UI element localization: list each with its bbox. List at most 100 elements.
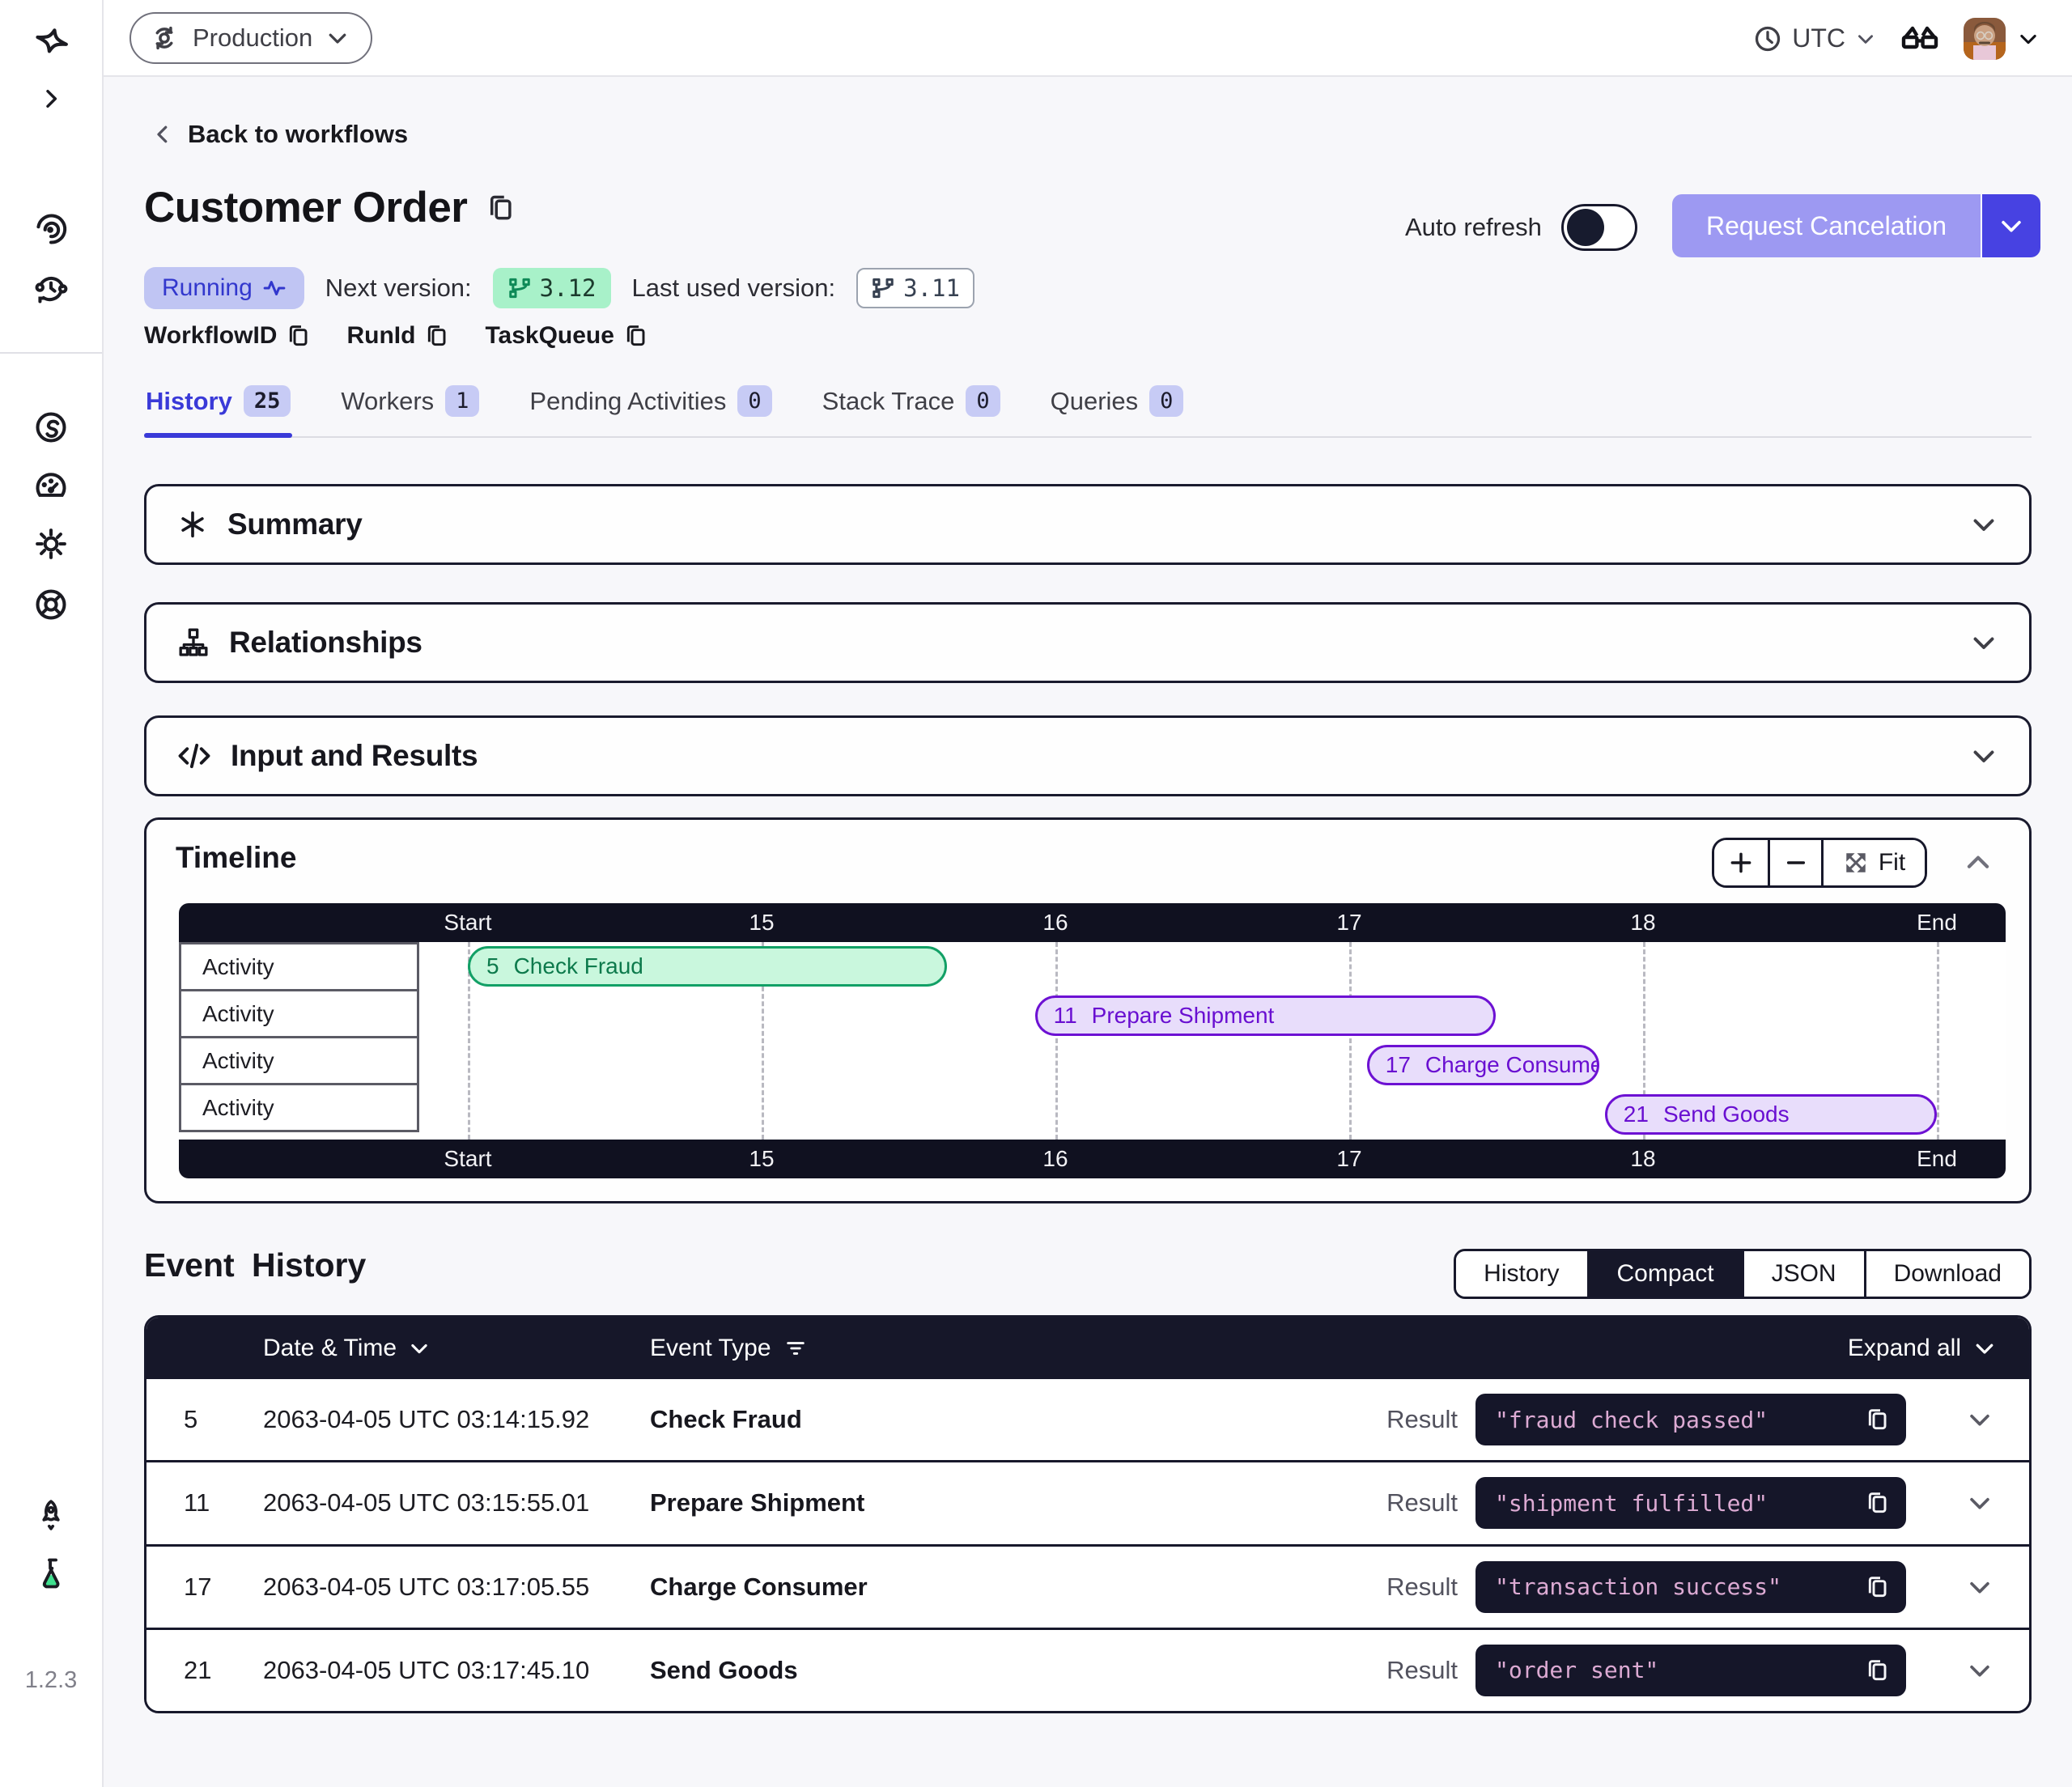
sidebar-item-getting-started-rocket-icon[interactable]: [33, 1497, 69, 1533]
view-compact-button[interactable]: Compact: [1587, 1251, 1742, 1297]
tab-queries[interactable]: Queries 0: [1049, 374, 1186, 436]
workflow-id-copy[interactable]: WorkflowID: [144, 322, 311, 350]
gridline: [1349, 942, 1352, 1140]
copy-icon[interactable]: [1864, 1574, 1890, 1600]
fit-expand-icon: [1843, 850, 1869, 876]
back-to-workflows-link[interactable]: Back to workflows: [151, 120, 408, 149]
copy-icon[interactable]: [1864, 1658, 1890, 1683]
sidebar-item-workflows-icon[interactable]: [33, 211, 69, 247]
tab-stack-trace[interactable]: Stack Trace 0: [821, 374, 1002, 436]
request-cancelation-label[interactable]: Request Cancelation: [1672, 194, 1981, 257]
tab-pending-activities[interactable]: Pending Activities 0: [528, 374, 773, 436]
event-type: Prepare Shipment: [650, 1488, 864, 1517]
sidebar-item-schedules-icon[interactable]: [33, 270, 69, 306]
copy-title-icon[interactable]: [485, 193, 516, 223]
axis-tick: 17: [1336, 910, 1361, 936]
tab-workers[interactable]: Workers 1: [339, 374, 481, 436]
bar-label: Prepare Shipment: [1092, 1003, 1275, 1029]
tab-count-badge: 1: [445, 385, 479, 417]
zoom-out-button[interactable]: [1768, 840, 1821, 885]
expand-all-button[interactable]: Expand all: [1848, 1335, 1997, 1362]
chevron-down-icon[interactable]: [1969, 628, 1998, 657]
tab-label: Workers: [341, 387, 434, 416]
bar-event-id: 5: [486, 953, 499, 979]
temporal-logo-icon[interactable]: [32, 26, 70, 63]
sort-chevron-down-icon[interactable]: [408, 1337, 431, 1360]
column-date-time[interactable]: Date & Time: [263, 1335, 431, 1362]
event-type: Charge Consumer: [650, 1573, 868, 1602]
namespace-label: Production: [193, 23, 312, 53]
branch-icon: [507, 276, 532, 300]
sidebar-item-labs-flask-icon[interactable]: [33, 1556, 69, 1591]
timeline-collapse-chevron-up-icon[interactable]: [1963, 847, 1993, 878]
axis-tick: 18: [1630, 1146, 1655, 1172]
sidebar-divider: [0, 352, 102, 354]
run-id-label: RunId: [346, 322, 415, 350]
event-row-charge-consumer[interactable]: 17 2063-04-05 UTC 03:17:05.55 Charge Con…: [146, 1544, 2029, 1628]
copy-icon[interactable]: [622, 323, 648, 349]
zoom-in-button[interactable]: [1714, 840, 1768, 885]
request-cancelation-button[interactable]: Request Cancelation: [1672, 194, 2040, 257]
download-button[interactable]: Download: [1864, 1251, 2029, 1297]
timeline-row-labels: Activity Activity Activity Activity: [179, 942, 419, 1132]
auto-refresh-toggle[interactable]: [1561, 204, 1637, 251]
axis-tick: 16: [1042, 910, 1068, 936]
event-id: 17: [184, 1573, 211, 1602]
timeline-row-label: Activity: [179, 989, 419, 1038]
tree-icon: [177, 626, 210, 659]
result-chip: "order sent": [1475, 1645, 1906, 1696]
sidebar-item-support-lifebuoy-icon[interactable]: [33, 587, 69, 622]
run-id-copy[interactable]: RunId: [346, 322, 449, 350]
filter-icon[interactable]: [784, 1337, 807, 1360]
copy-icon[interactable]: [285, 323, 311, 349]
timeline-bar-prepare-shipment[interactable]: 11 Prepare Shipment: [1035, 995, 1497, 1036]
glasses-icon[interactable]: [1900, 19, 1939, 58]
sidebar-expand-chevron-right-icon[interactable]: [38, 86, 64, 112]
tab-label: Stack Trace: [822, 387, 955, 416]
relationships-section[interactable]: Relationships: [144, 602, 2032, 683]
timeline-bar-send-goods[interactable]: 21 Send Goods: [1605, 1094, 1937, 1135]
sidebar-item-usage-gauge-icon[interactable]: [33, 467, 69, 503]
timeline-bar-charge-consumer[interactable]: 17 Charge Consumer: [1367, 1045, 1599, 1085]
copy-icon[interactable]: [1864, 1407, 1890, 1433]
chevron-down-icon[interactable]: [1969, 510, 1998, 539]
copy-icon[interactable]: [1864, 1490, 1890, 1516]
fit-button[interactable]: Fit: [1821, 840, 1925, 885]
sidebar-item-nexus-icon[interactable]: [33, 410, 69, 445]
pulse-icon: [262, 276, 287, 300]
row-expand-chevron-down-icon[interactable]: [1966, 1573, 1993, 1601]
tab-history[interactable]: History 25: [144, 374, 292, 436]
column-event-type[interactable]: Event Type: [650, 1335, 807, 1362]
row-expand-chevron-down-icon[interactable]: [1966, 1406, 1993, 1433]
view-history-button[interactable]: History: [1456, 1251, 1586, 1297]
chevron-down-icon: [325, 26, 350, 50]
event-history-header: Date & Time Event Type Expand all: [146, 1318, 2029, 1379]
tab-count-badge: 0: [1149, 385, 1183, 417]
sidebar-item-settings-gear-icon[interactable]: [33, 526, 69, 562]
section-title: Relationships: [229, 626, 1969, 660]
row-expand-chevron-down-icon[interactable]: [1966, 1657, 1993, 1684]
namespace-selector[interactable]: Production: [130, 12, 372, 64]
row-expand-chevron-down-icon[interactable]: [1966, 1489, 1993, 1517]
timeline-bar-check-fraud[interactable]: 5 Check Fraud: [468, 946, 947, 987]
user-menu[interactable]: [1964, 18, 2040, 60]
event-row-prepare-shipment[interactable]: 11 2063-04-05 UTC 03:15:55.01 Prepare Sh…: [146, 1460, 2029, 1543]
event-type: Send Goods: [650, 1656, 798, 1685]
timezone-selector[interactable]: UTC: [1753, 23, 1876, 53]
summary-section[interactable]: Summary: [144, 484, 2032, 565]
request-cancelation-dropdown[interactable]: [1981, 194, 2040, 257]
bar-label: Check Fraud: [514, 953, 643, 979]
avatar[interactable]: [1964, 18, 2006, 60]
result-label: Result: [1241, 1488, 1458, 1517]
gridline: [1937, 942, 1939, 1140]
copy-icon[interactable]: [423, 323, 449, 349]
task-queue-copy[interactable]: TaskQueue: [485, 322, 648, 350]
last-used-version-badge: 3.11: [856, 268, 974, 308]
chevron-down-icon[interactable]: [1969, 741, 1998, 770]
task-queue-label: TaskQueue: [485, 322, 614, 350]
event-row-check-fraud[interactable]: 5 2063-04-05 UTC 03:14:15.92 Check Fraud…: [146, 1379, 2029, 1460]
event-row-send-goods[interactable]: 21 2063-04-05 UTC 03:17:45.10 Send Goods…: [146, 1628, 2029, 1711]
view-json-button[interactable]: JSON: [1742, 1251, 1864, 1297]
input-results-section[interactable]: Input and Results: [144, 715, 2032, 796]
bar-event-id: 11: [1054, 1003, 1077, 1029]
